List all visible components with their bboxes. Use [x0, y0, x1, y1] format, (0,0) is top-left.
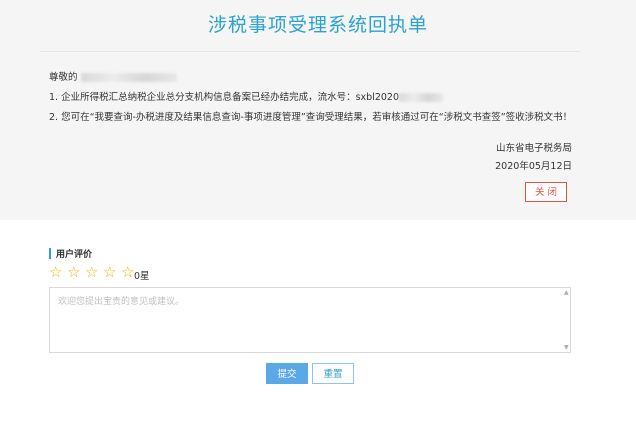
star-1-icon[interactable]: ☆ — [49, 265, 63, 280]
receipt-line-1-text: 1. 企业所得税汇总纳税企业总分支机构信息备案已经办结完成，流水号：sxbl20… — [49, 92, 400, 103]
star-2-icon[interactable]: ☆ — [67, 265, 81, 280]
receipt-line-2: 2. 您可在“我要查询-办税进度及结果信息查询-事项进度管理”查询受理结果，若审… — [49, 112, 573, 123]
scroll-down-icon[interactable]: ▼ — [564, 345, 570, 351]
greeting-line: 尊敬的 — [49, 69, 177, 83]
star-5-icon[interactable]: ☆ — [121, 265, 135, 280]
redacted-serial-number — [399, 93, 444, 102]
scroll-up-icon[interactable]: ▲ — [564, 290, 570, 296]
greeting-prefix: 尊敬的 — [49, 72, 78, 83]
receipt-date: 2020年05月12日 — [495, 161, 572, 172]
receipt-title: 涉税事项受理系统回执单 — [207, 14, 428, 36]
comment-textarea[interactable] — [49, 287, 571, 353]
section-accent-bar — [49, 248, 51, 259]
rating-count: 0星 — [134, 271, 150, 282]
issuer-name: 山东省电子税务局 — [495, 143, 572, 154]
close-button[interactable]: 关 闭 — [525, 182, 567, 202]
redacted-recipient-name — [80, 73, 177, 82]
receipt-line-1: 1. 企业所得税汇总纳税企业总分支机构信息备案已经办结完成，流水号：sxbl20… — [49, 89, 444, 103]
star-3-icon[interactable]: ☆ — [85, 265, 99, 280]
submit-button[interactable]: 提交 — [266, 363, 308, 384]
star-4-icon[interactable]: ☆ — [103, 265, 117, 280]
star-rating[interactable]: ☆ ☆ ☆ ☆ ☆ — [49, 265, 135, 280]
title-divider — [40, 51, 580, 52]
reset-button[interactable]: 重置 — [312, 363, 354, 384]
evaluation-section-title: 用户评价 — [56, 250, 93, 260]
